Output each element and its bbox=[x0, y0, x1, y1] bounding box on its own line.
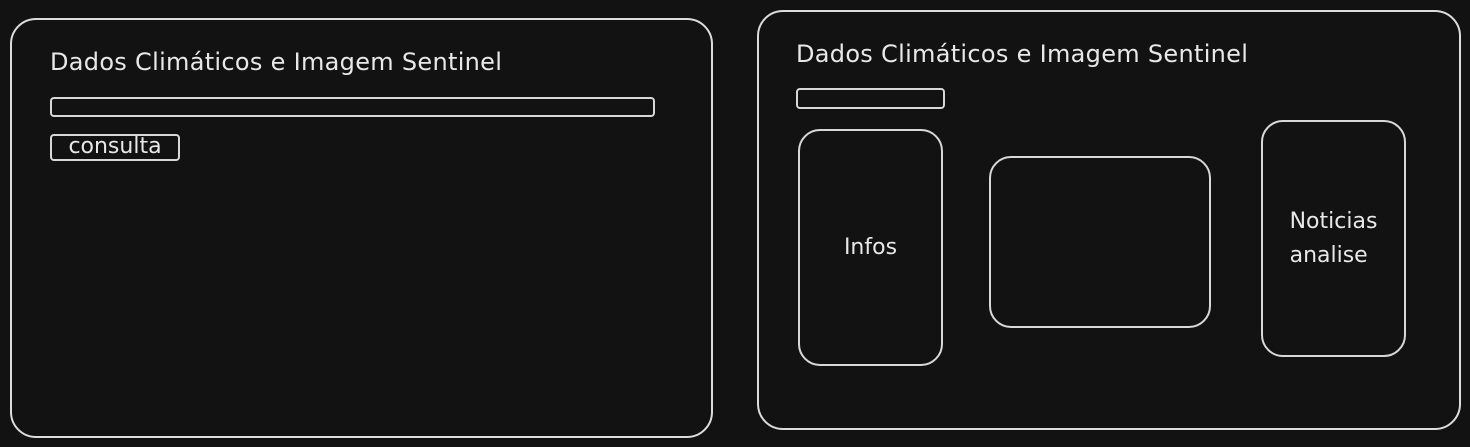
noticias-card: Noticias analise bbox=[1261, 120, 1406, 357]
page-title: Dados Climáticos e Imagem Sentinel bbox=[50, 48, 503, 76]
analise-card-label: analise bbox=[1289, 242, 1368, 268]
consulta-button[interactable]: consulta bbox=[50, 134, 180, 161]
search-input[interactable] bbox=[50, 97, 655, 117]
results-page-title: Dados Climáticos e Imagem Sentinel bbox=[796, 40, 1249, 68]
image-card bbox=[989, 156, 1211, 328]
results-search-input[interactable] bbox=[796, 88, 945, 109]
wireframe-screen-search bbox=[10, 18, 713, 438]
infos-card: Infos bbox=[798, 129, 943, 366]
noticias-card-label: Noticias bbox=[1289, 208, 1378, 234]
infos-card-label: Infos bbox=[843, 234, 898, 260]
